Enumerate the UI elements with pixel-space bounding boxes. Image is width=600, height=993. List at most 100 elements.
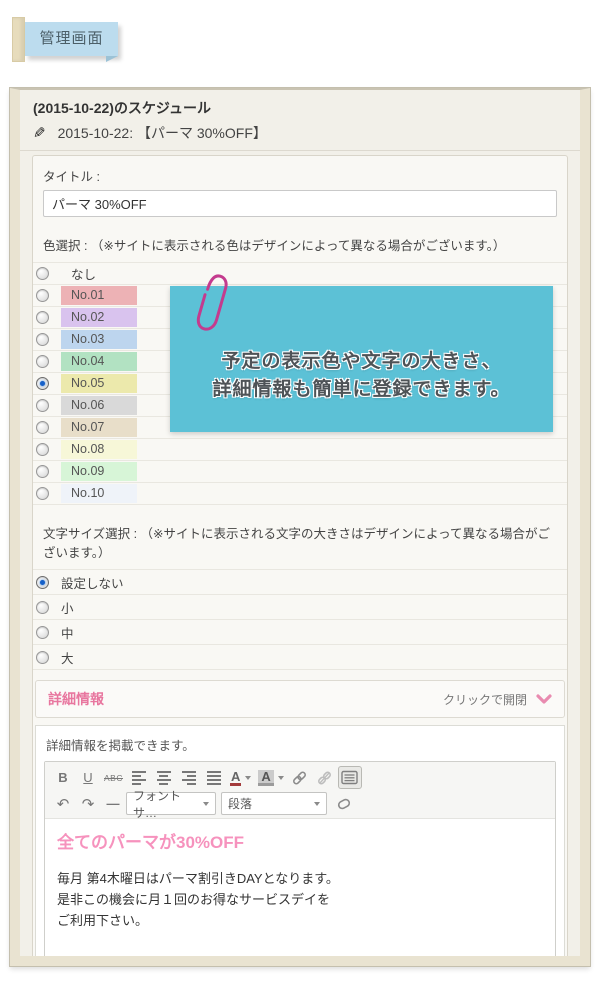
unlink-button[interactable] bbox=[313, 766, 337, 789]
justify-icon bbox=[207, 771, 221, 785]
radio-button[interactable] bbox=[36, 576, 49, 589]
radio-button[interactable] bbox=[36, 487, 49, 500]
schedule-edit-line[interactable]: ✎ 2015-10-22: 【パーマ 30%OFF】 bbox=[33, 123, 567, 143]
color-option-no08[interactable]: No.08 bbox=[33, 439, 567, 461]
editor-content[interactable]: 全てのパーマが30%OFF 毎月 第4木曜日はパーマ割引きDAYとなります。 是… bbox=[45, 819, 555, 962]
dropdown-caret-icon bbox=[278, 776, 284, 780]
title-input[interactable] bbox=[43, 190, 557, 217]
chevron-down-icon bbox=[536, 694, 552, 705]
panel-header: (2015-10-22)のスケジュール ✎ 2015-10-22: 【パーマ 3… bbox=[20, 90, 580, 151]
color-option-no09[interactable]: No.09 bbox=[33, 461, 567, 483]
font-size-select[interactable]: フォントサ… bbox=[126, 792, 216, 815]
schedule-panel: (2015-10-22)のスケジュール ✎ 2015-10-22: 【パーマ 3… bbox=[10, 88, 590, 966]
pencil-icon: ✎ bbox=[33, 124, 46, 142]
schedule-form: タイトル : 色選択 : （※サイトに表示される色はデザインによって異なる場合が… bbox=[32, 155, 568, 966]
strikethrough-button[interactable]: ABC bbox=[101, 766, 126, 789]
radio-button[interactable] bbox=[36, 267, 49, 280]
radio-button[interactable] bbox=[36, 377, 49, 390]
color-swatch: No.05 bbox=[61, 374, 137, 393]
color-swatch: No.06 bbox=[61, 396, 137, 415]
eraser-icon bbox=[335, 796, 353, 812]
editor-toolbar: B U ABC A A bbox=[45, 762, 555, 819]
color-swatch: No.03 bbox=[61, 330, 137, 349]
toolbar-toggle-icon bbox=[341, 770, 358, 785]
size-option-large[interactable]: 大 bbox=[33, 645, 567, 670]
option-label: 大 bbox=[61, 648, 74, 667]
detail-toggle-bar[interactable]: 詳細情報 クリックで開閉 bbox=[35, 680, 565, 718]
unlink-icon bbox=[316, 770, 333, 786]
color-swatch: No.10 bbox=[61, 484, 137, 503]
promo-text-line2: 詳細情報も簡単に登録できます。 bbox=[212, 376, 510, 404]
bold-button[interactable]: B bbox=[51, 766, 75, 789]
radio-button[interactable] bbox=[36, 289, 49, 302]
size-option-small[interactable]: 小 bbox=[33, 595, 567, 620]
radio-button[interactable] bbox=[36, 601, 49, 614]
link-button[interactable] bbox=[288, 766, 312, 789]
align-center-icon bbox=[157, 771, 171, 785]
editor-heading: 全てのパーマが30%OFF bbox=[57, 828, 543, 853]
redo-button[interactable]: ↷ bbox=[76, 792, 100, 815]
font-size-select-label: 文字サイズ選択 : （※サイトに表示される文字の大きさはデザインによって異なる場… bbox=[43, 523, 557, 561]
title-label: タイトル : bbox=[43, 166, 557, 185]
dropdown-caret-icon bbox=[203, 802, 209, 806]
undo-button[interactable]: ↶ bbox=[51, 792, 75, 815]
promo-text-line1: 予定の表示色や文字の大きさ、 bbox=[221, 348, 501, 376]
background-color-button[interactable]: A bbox=[255, 766, 286, 789]
align-right-icon bbox=[182, 771, 196, 785]
option-label: 設定しない bbox=[61, 573, 124, 592]
option-label: なし bbox=[71, 264, 96, 283]
color-option-no10[interactable]: No.10 bbox=[33, 483, 567, 505]
radio-button[interactable] bbox=[36, 443, 49, 456]
color-swatch: No.08 bbox=[61, 440, 137, 459]
radio-button[interactable] bbox=[36, 626, 49, 639]
color-swatch: No.07 bbox=[61, 418, 137, 437]
toggle-hint-text: クリックで開閉 bbox=[443, 691, 527, 708]
color-swatch: No.02 bbox=[61, 308, 137, 327]
rich-text-editor: B U ABC A A bbox=[44, 761, 556, 966]
color-swatch: No.04 bbox=[61, 352, 137, 371]
underline-button[interactable]: U bbox=[76, 766, 100, 789]
paragraph-format-select[interactable]: 段落 bbox=[221, 792, 327, 815]
radio-button[interactable] bbox=[36, 355, 49, 368]
font-size-select-value: フォントサ… bbox=[133, 787, 199, 821]
remove-format-button[interactable] bbox=[332, 792, 356, 815]
editor-text-line: 毎月 第4木曜日はパーマ割引きDAYとなります。 bbox=[57, 868, 543, 889]
schedule-heading: (2015-10-22)のスケジュール bbox=[33, 98, 567, 118]
toolbar-toggle-button[interactable] bbox=[338, 766, 362, 789]
radio-button[interactable] bbox=[36, 421, 49, 434]
admin-screen-sticky: 管理画面 bbox=[12, 14, 132, 66]
paragraph-format-value: 段落 bbox=[228, 795, 252, 812]
size-option-medium[interactable]: 中 bbox=[33, 620, 567, 645]
horizontal-rule-button[interactable]: — bbox=[101, 792, 125, 815]
dropdown-caret-icon bbox=[245, 776, 251, 780]
radio-button[interactable] bbox=[36, 465, 49, 478]
text-color-icon: A bbox=[230, 770, 241, 786]
radio-button[interactable] bbox=[36, 333, 49, 346]
option-label: 中 bbox=[61, 623, 74, 642]
radio-button[interactable] bbox=[36, 399, 49, 412]
radio-button[interactable] bbox=[36, 311, 49, 324]
sticky-tape bbox=[12, 17, 25, 62]
detail-note: 詳細情報を掲載できます。 bbox=[46, 735, 554, 754]
radio-button[interactable] bbox=[36, 651, 49, 664]
color-swatch: No.01 bbox=[61, 286, 137, 305]
editor-text-line: ご利用下さい。 bbox=[57, 910, 543, 931]
editor-status-bar: p bbox=[45, 962, 555, 966]
background-color-icon: A bbox=[258, 770, 273, 786]
font-size-option-list: 設定しない 小 中 大 bbox=[33, 569, 567, 670]
option-label: 小 bbox=[61, 598, 74, 617]
editor-text-line: 是非この機会に月１回のお得なサービスデイを bbox=[57, 889, 543, 910]
color-select-label: 色選択 : （※サイトに表示される色はデザインによって異なる場合がございます。） bbox=[43, 235, 557, 254]
align-left-icon bbox=[132, 771, 146, 785]
color-option-none[interactable]: なし bbox=[33, 263, 567, 285]
color-swatch: No.09 bbox=[61, 462, 137, 481]
size-option-default[interactable]: 設定しない bbox=[33, 570, 567, 595]
detail-body: 詳細情報を掲載できます。 B U ABC A A bbox=[35, 725, 565, 966]
dropdown-caret-icon bbox=[314, 802, 320, 806]
text-color-button[interactable]: A bbox=[227, 766, 254, 789]
schedule-edit-text: 2015-10-22: 【パーマ 30%OFF】 bbox=[58, 123, 267, 143]
justify-button[interactable] bbox=[202, 766, 226, 789]
page-title: 管理画面 bbox=[25, 22, 118, 56]
detail-heading: 詳細情報 bbox=[48, 689, 104, 709]
link-icon bbox=[291, 770, 308, 786]
